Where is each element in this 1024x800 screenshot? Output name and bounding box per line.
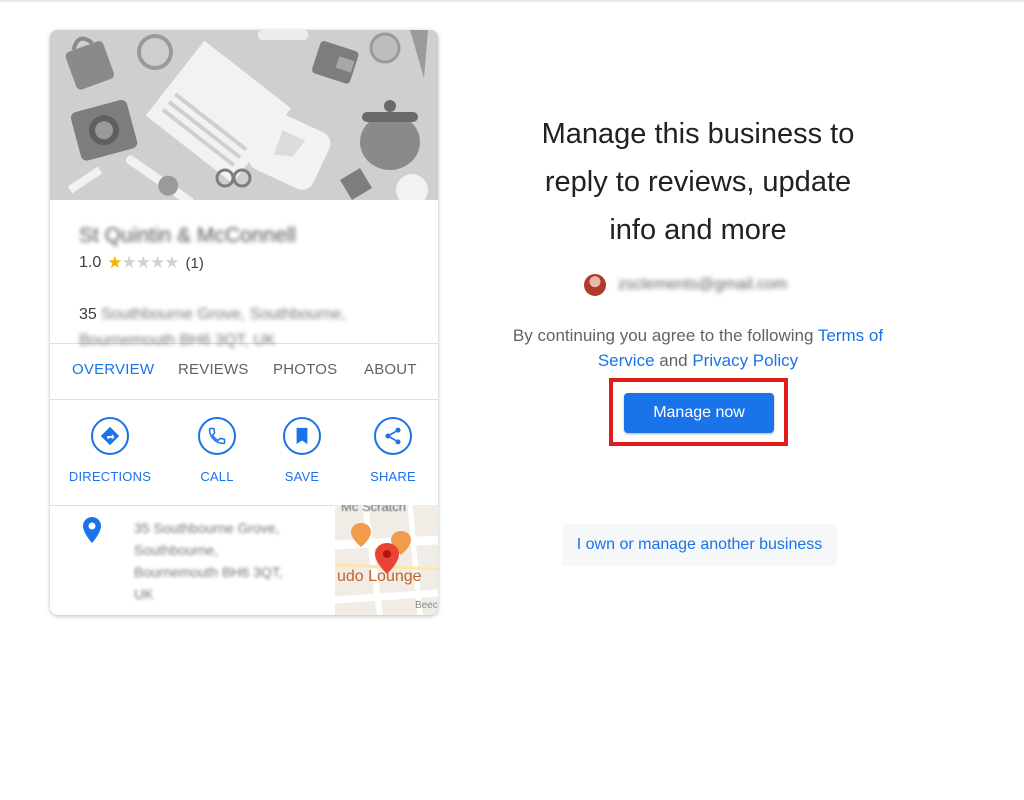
tab-about[interactable]: ABOUT <box>364 361 417 378</box>
star-filled-icon: ★ <box>107 253 122 272</box>
star-empty-icon: ★ <box>164 253 179 272</box>
top-divider <box>0 0 1024 2</box>
save-button[interactable]: SAVE <box>257 417 347 484</box>
account-email: zsclements@gmail.com <box>618 276 788 293</box>
account-chip: zsclements@gmail.com <box>584 274 787 296</box>
call-label: CALL <box>200 469 234 484</box>
business-cover-illustration <box>50 30 438 200</box>
star-empty-icon: ★ <box>121 253 137 272</box>
action-bar: DIRECTIONS CALL SAVE SHARE <box>50 399 438 506</box>
shopping-pattern-illustration <box>50 30 438 200</box>
map-thumbnail[interactable]: Mc Scratch udo Lounge Beec <box>335 505 438 615</box>
rating-row: 1.0 ★★★★★ (1) <box>79 253 204 273</box>
location-address: 35 Southbourne Grove, Southbourne, Bourn… <box>134 520 283 602</box>
location-pin-icon <box>83 517 101 548</box>
phone-icon <box>198 417 236 455</box>
share-button[interactable]: SHARE <box>348 417 438 484</box>
business-card: St Quintin & McConnell 1.0 ★★★★★ (1) 35 … <box>50 30 438 615</box>
tab-photos[interactable]: PHOTOS <box>273 361 337 378</box>
directions-label: DIRECTIONS <box>68 469 152 484</box>
tab-reviews[interactable]: REVIEWS <box>178 361 249 378</box>
directions-icon <box>91 417 129 455</box>
tab-overview[interactable]: OVERVIEW <box>72 361 154 378</box>
avatar <box>584 274 606 296</box>
location-section: 35 Southbourne Grove, Southbourne, Bourn… <box>50 505 438 615</box>
star-empty-icon: ★ <box>135 253 151 272</box>
terms-text: By continuing you agree to the following… <box>512 326 884 370</box>
star-empty-icon: ★ <box>150 253 165 272</box>
map-corner-label: Beec <box>415 600 438 611</box>
map-street-label: Mc Scratch <box>341 505 407 514</box>
directions-button[interactable]: DIRECTIONS <box>65 417 155 484</box>
business-name: St Quintin & McConnell <box>79 224 297 247</box>
manage-now-button[interactable]: Manage now <box>624 393 774 433</box>
star-rating: ★★★★★ <box>107 253 179 273</box>
address-street: Southbourne Grove, Southbourne, <box>101 306 346 323</box>
rating-value: 1.0 <box>79 254 102 271</box>
privacy-policy-link[interactable]: Privacy Policy <box>692 351 798 370</box>
share-label: SHARE <box>370 469 416 484</box>
business-tabs: OVERVIEW REVIEWS PHOTOS ABOUT <box>50 343 438 400</box>
bookmark-icon <box>283 417 321 455</box>
save-label: SAVE <box>284 469 320 484</box>
review-count: (1) <box>185 254 204 272</box>
map-place-label: udo Lounge <box>337 568 422 585</box>
call-button[interactable]: CALL <box>172 417 262 484</box>
other-business-button[interactable]: I own or manage another business <box>562 524 837 566</box>
address-number: 35 <box>79 306 97 323</box>
page-headline: Manage this business to reply to reviews… <box>541 118 855 246</box>
business-info: St Quintin & McConnell 1.0 ★★★★★ (1) 35 … <box>50 200 438 349</box>
address-line-1: 35 Southbourne Grove, Southbourne, <box>79 306 346 324</box>
map-roads <box>335 505 438 615</box>
share-icon <box>374 417 412 455</box>
